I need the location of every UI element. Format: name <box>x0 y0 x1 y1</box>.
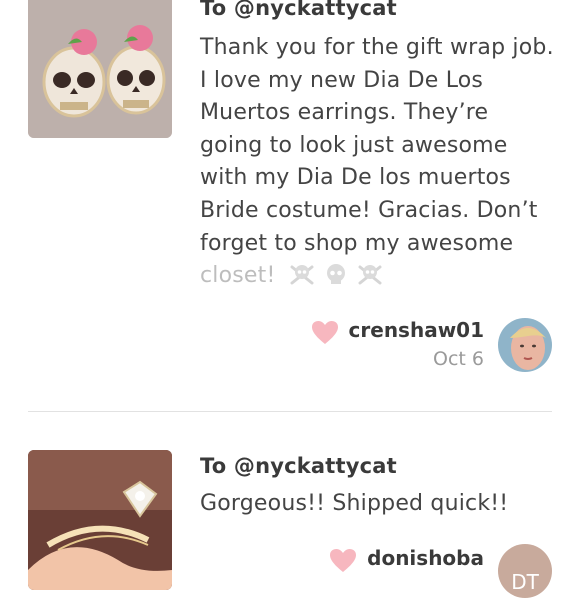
review-card: To @nyckattycat Gorgeous!! Shipped quick… <box>0 450 580 610</box>
review-text-line: going to look just awesome <box>200 132 508 158</box>
review-text-line: Bride costume! Gracias. Don’t <box>200 197 538 223</box>
review-recipient[interactable]: To @nyckattycat <box>200 454 397 478</box>
review-text-line: Gorgeous!! Shipped quick!! <box>200 491 509 516</box>
review-text-line: forget to shop my awesome <box>200 230 514 256</box>
heart-icon[interactable] <box>311 320 339 346</box>
product-thumbnail[interactable] <box>28 450 172 590</box>
review-text-line: Thank you for the gift wrap job. <box>200 35 554 60</box>
review-card: To @nyckattycat Thank you for the gift w… <box>0 0 580 406</box>
avatar[interactable]: DT <box>498 544 552 598</box>
skull-and-crossbones-icon <box>358 265 382 285</box>
skull-icon <box>326 264 345 285</box>
reviewer-username[interactable]: donishoba <box>367 546 484 570</box>
review-recipient[interactable]: To @nyckattycat <box>200 0 397 20</box>
product-thumbnail[interactable] <box>28 0 172 138</box>
user-photo-image <box>498 318 552 372</box>
review-text-line-faded: closet! <box>200 260 560 293</box>
skull-and-crossbones-icon <box>290 265 314 285</box>
review-text-line: with my Dia De los muertos <box>200 165 511 191</box>
reviewer-username[interactable]: crenshaw01 <box>349 318 484 342</box>
divider <box>28 411 552 412</box>
review-meta: donishoba <box>330 546 484 572</box>
review-text: Thank you for the gift wrap job. I love … <box>200 32 560 293</box>
review-text: Gorgeous!! Shipped quick!! <box>200 488 560 521</box>
review-text-last: closet! <box>200 263 276 289</box>
skull-earrings-image <box>28 0 172 138</box>
review-date: Oct 6 <box>433 348 484 370</box>
review-text-line: Muertos earrings. They’re <box>200 100 489 126</box>
diamond-ring-image <box>28 450 172 590</box>
review-meta: crenshaw01 Oct 6 <box>311 318 484 370</box>
review-text-line: I love my new Dia De Los <box>200 67 484 93</box>
heart-icon[interactable] <box>329 548 357 574</box>
avatar[interactable] <box>498 318 552 372</box>
emoji-group <box>289 260 385 293</box>
